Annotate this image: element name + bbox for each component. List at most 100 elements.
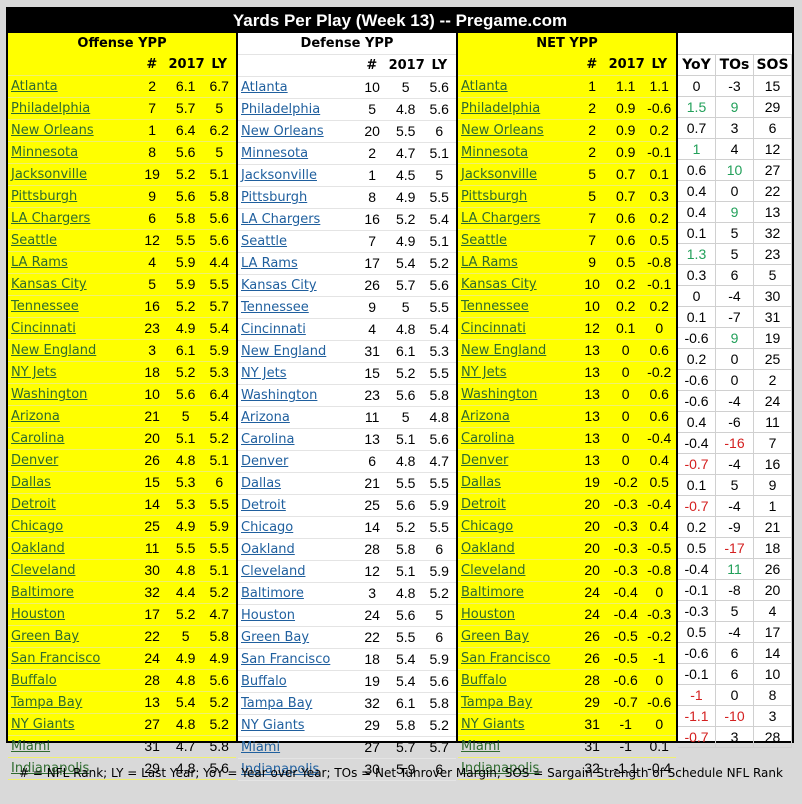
team-link[interactable]: Seattle: [461, 233, 507, 248]
team-link[interactable]: Tennessee: [11, 299, 79, 314]
team-link[interactable]: Jacksonville: [241, 168, 317, 183]
team-link[interactable]: Houston: [461, 607, 515, 622]
yoy-cell: 1: [678, 139, 716, 160]
team-link[interactable]: Chicago: [241, 520, 293, 535]
team-link[interactable]: Baltimore: [241, 586, 304, 601]
team-link[interactable]: Chicago: [461, 519, 513, 534]
team-link[interactable]: Jacksonville: [461, 167, 537, 182]
team-link[interactable]: Arizona: [11, 409, 60, 424]
team-link[interactable]: Detroit: [461, 497, 506, 512]
team-link[interactable]: Atlanta: [11, 79, 58, 94]
team-link[interactable]: Jacksonville: [11, 167, 87, 182]
team-link[interactable]: Philadelphia: [461, 101, 540, 116]
team-link[interactable]: Washington: [461, 387, 537, 402]
team-link[interactable]: Carolina: [241, 432, 295, 447]
team-link[interactable]: Miami: [461, 739, 500, 754]
team-link[interactable]: Philadelphia: [241, 102, 320, 117]
team-link[interactable]: Detroit: [241, 498, 286, 513]
team-link[interactable]: NY Giants: [241, 718, 305, 733]
team-link[interactable]: Atlanta: [461, 79, 508, 94]
team-link[interactable]: Cleveland: [11, 563, 75, 578]
team-link[interactable]: Oakland: [461, 541, 515, 556]
team-link[interactable]: Houston: [11, 607, 65, 622]
team-link[interactable]: LA Rams: [461, 255, 518, 270]
team-link[interactable]: New England: [241, 344, 326, 359]
team-link[interactable]: Minnesota: [461, 145, 528, 160]
team-link[interactable]: LA Chargers: [241, 212, 320, 227]
table-row: New England 3 6.1 5.9: [8, 340, 236, 362]
team-link[interactable]: LA Chargers: [11, 211, 90, 226]
team-link[interactable]: LA Chargers: [461, 211, 540, 226]
team-link[interactable]: Green Bay: [11, 629, 79, 644]
team-link[interactable]: Baltimore: [461, 585, 524, 600]
team-link[interactable]: Miami: [241, 740, 280, 755]
team-link[interactable]: Detroit: [11, 497, 56, 512]
sos-cell: 27: [754, 160, 792, 181]
team-link[interactable]: Arizona: [241, 410, 290, 425]
team-link[interactable]: San Francisco: [241, 652, 330, 667]
team-link[interactable]: Green Bay: [461, 629, 529, 644]
team-link[interactable]: Cincinnati: [241, 322, 306, 337]
team-link[interactable]: Pittsburgh: [461, 189, 527, 204]
team-link[interactable]: Chicago: [11, 519, 63, 534]
team-link[interactable]: Seattle: [241, 234, 287, 249]
team-link[interactable]: Cincinnati: [11, 321, 76, 336]
yoy-cell: 0.4: [678, 181, 716, 202]
team-link[interactable]: Dallas: [11, 475, 51, 490]
team-link[interactable]: Seattle: [11, 233, 57, 248]
team-link[interactable]: Arizona: [461, 409, 510, 424]
team-link[interactable]: New England: [11, 343, 96, 358]
team-link[interactable]: San Francisco: [11, 651, 100, 666]
team-link[interactable]: NY Jets: [461, 365, 507, 380]
team-link[interactable]: New Orleans: [11, 123, 94, 138]
team-link[interactable]: Dallas: [241, 476, 281, 491]
team-link[interactable]: Kansas City: [461, 277, 537, 292]
team-link[interactable]: Oakland: [11, 541, 65, 556]
team-link[interactable]: LA Rams: [11, 255, 68, 270]
team-link[interactable]: NY Giants: [461, 717, 525, 732]
team-link[interactable]: Oakland: [241, 542, 295, 557]
team-link[interactable]: Washington: [241, 388, 317, 403]
team-link[interactable]: Miami: [11, 739, 50, 754]
team-link[interactable]: Cleveland: [461, 563, 525, 578]
team-link[interactable]: Atlanta: [241, 80, 288, 95]
team-link[interactable]: Tampa Bay: [241, 696, 312, 711]
team-link[interactable]: Pittsburgh: [11, 189, 77, 204]
team-cell: Pittsburgh: [238, 187, 355, 208]
team-link[interactable]: Dallas: [461, 475, 501, 490]
team-link[interactable]: Tampa Bay: [11, 695, 82, 710]
team-link[interactable]: Kansas City: [11, 277, 87, 292]
team-link[interactable]: NY Giants: [11, 717, 75, 732]
team-link[interactable]: Green Bay: [241, 630, 309, 645]
team-link[interactable]: Washington: [11, 387, 87, 402]
ypp-2017-cell: 5.5: [395, 123, 416, 139]
team-link[interactable]: San Francisco: [461, 651, 550, 666]
team-link[interactable]: Kansas City: [241, 278, 317, 293]
team-link[interactable]: Denver: [241, 454, 288, 469]
team-link[interactable]: Carolina: [11, 431, 65, 446]
team-link[interactable]: Tennessee: [461, 299, 529, 314]
team-cell: Tennessee: [8, 296, 135, 317]
team-link[interactable]: LA Rams: [241, 256, 298, 271]
team-link[interactable]: Tampa Bay: [461, 695, 532, 710]
team-link[interactable]: New England: [461, 343, 546, 358]
team-link[interactable]: Houston: [241, 608, 295, 623]
team-link[interactable]: Baltimore: [11, 585, 74, 600]
team-link[interactable]: Minnesota: [241, 146, 308, 161]
team-link[interactable]: Buffalo: [461, 673, 507, 688]
team-link[interactable]: New Orleans: [461, 123, 544, 138]
team-link[interactable]: Cincinnati: [461, 321, 526, 336]
team-link[interactable]: Minnesota: [11, 145, 78, 160]
team-link[interactable]: Pittsburgh: [241, 190, 307, 205]
team-link[interactable]: Cleveland: [241, 564, 305, 579]
team-link[interactable]: NY Jets: [241, 366, 287, 381]
team-link[interactable]: New Orleans: [241, 124, 324, 139]
team-link[interactable]: Philadelphia: [11, 101, 90, 116]
team-link[interactable]: Denver: [11, 453, 58, 468]
team-link[interactable]: Tennessee: [241, 300, 309, 315]
team-link[interactable]: Buffalo: [241, 674, 287, 689]
team-link[interactable]: Denver: [461, 453, 508, 468]
team-link[interactable]: NY Jets: [11, 365, 57, 380]
team-link[interactable]: Buffalo: [11, 673, 57, 688]
team-link[interactable]: Carolina: [461, 431, 515, 446]
